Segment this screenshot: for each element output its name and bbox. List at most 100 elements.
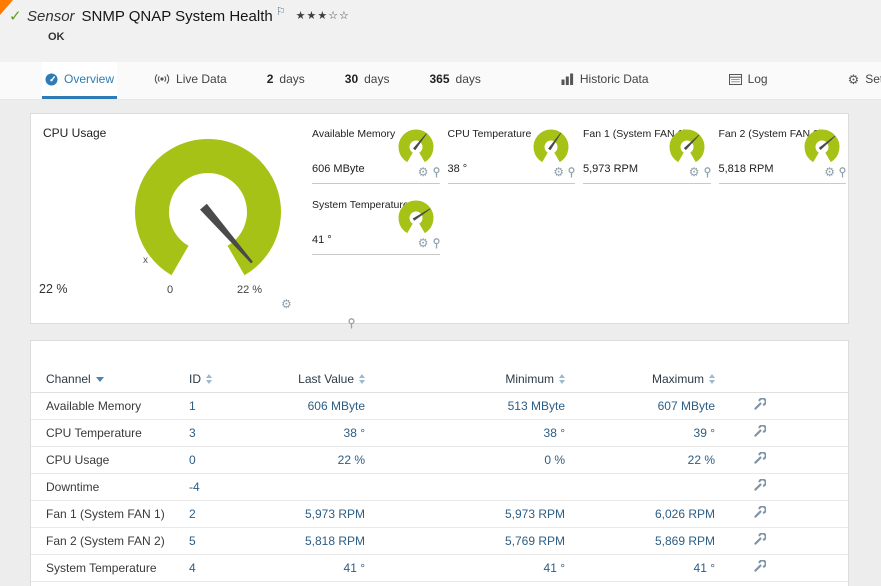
scale-marker: x [143,255,148,266]
channel-minimum: 41 ° [365,554,565,582]
sort-icon [359,374,365,385]
gauge-settings-gear-icon[interactable]: ⚙ [418,166,429,178]
gauge-dial [669,129,704,163]
tab-settings[interactable]: ⚙ Settings [845,62,881,99]
channel-maximum: 607 MByte [565,392,715,420]
status-badge: OK [48,31,65,43]
priority-stars[interactable]: ★★★☆☆ [296,10,350,22]
gauge-pin-icon[interactable] [432,166,440,178]
channel-last-value: 38 ° [255,419,365,447]
col-label: ID [189,372,201,387]
tab-overview[interactable]: Overview [42,62,118,99]
channel-settings-icon[interactable] [753,477,767,495]
gauge-pin-icon[interactable] [568,166,575,178]
table-row: CPU Usage 0 22 % 0 % 22 % [31,446,848,474]
channel-name-link[interactable]: System Temperature [31,554,189,582]
tab-30-days[interactable]: 30 days [342,62,393,99]
col-header-settings [715,367,848,393]
gauge-dial [135,139,281,276]
channel-maximum: 6,026 RPM [565,500,715,528]
live-data-icon [154,73,170,85]
col-header-id[interactable]: ID [189,367,255,393]
gauge-value: 5,973 RPM [583,163,639,175]
channel-maximum: 22 % [565,446,715,474]
col-header-maximum[interactable]: Maximum [565,367,715,393]
channel-last-value: 5,818 RPM [255,527,365,555]
flag-icon[interactable]: ⚐ [276,6,286,18]
gauge-current-value: 22 % [39,282,68,296]
overview-icon [45,73,58,86]
col-header-channel[interactable]: Channel [31,367,189,393]
tab-2-days[interactable]: 2 days [264,62,308,99]
sort-icon [559,374,565,385]
tab-live-data[interactable]: Live Data [151,62,230,99]
channel-settings-icon[interactable] [753,423,767,441]
channel-settings-icon[interactable] [753,531,767,549]
sort-desc-icon [95,376,104,382]
channel-name-link[interactable]: Downtime [31,473,189,501]
tab-label: days [455,72,481,86]
tab-number: 30 [344,72,359,86]
gauge-dial [398,129,433,163]
gauge-pin-icon[interactable] [432,237,440,249]
gear-icon: ⚙ [847,71,860,87]
tab-historic-data[interactable]: Historic Data [558,62,652,99]
sort-icon [206,374,212,385]
gauge-dial [398,200,433,234]
gauge-pin-icon[interactable] [703,166,711,178]
channel-settings-icon[interactable] [753,450,767,468]
gauge-dial [533,129,569,163]
channel-last-value: 5,973 RPM [255,500,365,528]
col-label: Minimum [505,372,554,387]
gauge-cell-fan-1: Fan 1 (System FAN 1) 5,973 RPM ⚙ [583,127,711,184]
gauge-settings-gear-icon[interactable]: ⚙ [689,166,700,178]
channel-settings-icon[interactable] [753,558,767,576]
tab-log[interactable]: Log [726,62,771,99]
gauge-pin-icon[interactable] [348,318,355,329]
col-header-minimum[interactable]: Minimum [365,367,565,393]
tab-label: days [364,72,390,86]
gauge-value: 41 ° [312,234,332,246]
gauge-dial [804,129,840,163]
gauge-cell-available-memory: Available Memory 606 MByte ⚙ [312,127,440,184]
channel-table-panel: Channel ID Last Value Minimum Maximum Av… [30,340,849,586]
channel-settings-icon[interactable] [753,396,767,414]
channel-name-link[interactable]: CPU Usage [31,446,189,474]
gauge-settings-gear-icon[interactable]: ⚙ [418,237,429,249]
channel-minimum: 38 ° [365,419,565,447]
tab-number: 2 [266,72,274,86]
tab-label: Historic Data [579,72,649,86]
small-gauge-grid: Available Memory 606 MByte ⚙ CPU Tempera… [312,127,846,255]
col-header-last-value[interactable]: Last Value [255,367,365,393]
header: ✓ Sensor SNMP QNAP System Health ⚐ ★★★☆☆ OK [0,0,881,62]
gauge-pin-icon[interactable] [839,166,846,178]
gauge-settings-gear-icon[interactable]: ⚙ [553,166,564,178]
table-header-row: Channel ID Last Value Minimum Maximum [31,367,848,393]
channel-id: 2 [189,500,255,528]
gauge-value: 38 ° [447,163,468,175]
table-row: System Temperature 4 41 ° 41 ° 41 ° [31,554,848,582]
sensor-kind-label: Sensor [27,8,75,25]
gauge-value: 606 MByte [312,163,365,175]
gauge-settings-gear-icon[interactable]: ⚙ [281,298,292,310]
channel-name-link[interactable]: Fan 2 (System FAN 2) [31,527,189,555]
channel-settings-icon[interactable] [753,504,767,522]
gauge-cell-fan-2: Fan 2 (System FAN 2) 5,818 RPM ⚙ [718,127,846,184]
gauge-value: 5,818 RPM [718,163,774,175]
channel-name-link[interactable]: Fan 1 (System FAN 1) [31,500,189,528]
channel-name-link[interactable]: Available Memory [31,392,189,420]
channel-last-value: 41 ° [255,554,365,582]
channel-maximum: 5,869 RPM [565,527,715,555]
page-title: SNMP QNAP System Health [81,8,273,25]
channel-table: Channel ID Last Value Minimum Maximum Av… [31,367,848,582]
gauge-panel: CPU Usage x 22 % 0 22 % ⚙ Available Memo… [30,113,849,329]
log-icon [728,73,742,85]
table-row: Available Memory 1 606 MByte 513 MByte 6… [31,392,848,420]
table-row: Fan 2 (System FAN 2) 5 5,818 RPM 5,769 R… [31,527,848,555]
gauge-settings-gear-icon[interactable]: ⚙ [824,166,835,178]
table-row: Downtime -4 [31,473,848,501]
channel-name-link[interactable]: CPU Temperature [31,419,189,447]
channel-id: 0 [189,446,255,474]
tab-365-days[interactable]: 365 days [426,62,483,99]
tab-label: Log [747,72,768,86]
